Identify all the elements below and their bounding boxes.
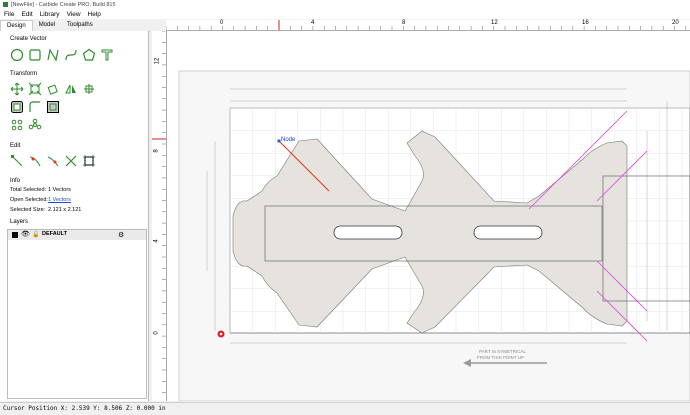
circular-array-icon[interactable]	[28, 118, 42, 132]
app-icon	[3, 2, 8, 7]
ruler-top-ticks	[166, 20, 687, 30]
ruler-top-label: 4	[311, 20, 315, 26]
edit-title: Edit	[10, 143, 21, 149]
info-total-value: 1 Vectors	[48, 187, 71, 193]
join-icon[interactable]	[46, 154, 60, 168]
info-total: Total Selected: 1 Vectors	[10, 187, 71, 193]
node-edit-icon[interactable]	[10, 154, 24, 168]
boolean-icon[interactable]	[82, 154, 96, 168]
transform-title: Transform	[10, 71, 38, 77]
window-title: [NewFile] - Carbide Create PRO, Build 81…	[11, 1, 116, 8]
ruler-left-label: 12	[154, 57, 161, 65]
cut-icon[interactable]	[64, 154, 78, 168]
info-size-value: 2.121 x 2.121	[48, 207, 82, 213]
layer-color-swatch[interactable]	[12, 232, 18, 238]
tab-toolpaths[interactable]: Toolpaths	[61, 20, 99, 31]
move-icon[interactable]	[10, 82, 24, 96]
polygon-tool-icon[interactable]	[82, 48, 96, 62]
info-open-value-link[interactable]: 1 Vectors	[48, 197, 71, 203]
info-title: Info	[10, 178, 21, 184]
ruler-top-label: 0	[220, 20, 224, 26]
design-canvas[interactable]: Node PART IS SYMETRICAL FROM THIS POINT …	[167, 31, 690, 401]
polyline-tool-icon[interactable]	[46, 48, 60, 62]
ruler-top-label: 12	[491, 20, 498, 26]
cursor-position: Cursor Position X: 2.539 Y: 8.506 Z: 0.0…	[3, 405, 166, 412]
ruler-left-label: 0	[153, 331, 160, 335]
layer-row[interactable]: 👁 🔓 DEFAULT ⚙	[8, 230, 146, 240]
inset-icon[interactable]	[46, 100, 60, 114]
trim-icon[interactable]	[28, 154, 42, 168]
menu-bar: File Edit Library View Help	[0, 9, 690, 19]
ruler-top-label: 20	[672, 20, 679, 26]
ruler-left-label: 4	[153, 239, 160, 243]
menu-file[interactable]: File	[4, 11, 14, 18]
menu-library[interactable]: Library	[40, 11, 60, 18]
layers-title: Layers	[10, 219, 29, 225]
symmetry-note-line2: FROM THIS POINT UP	[477, 355, 525, 360]
offset-icon[interactable]	[10, 100, 24, 114]
eye-icon[interactable]: 👁	[21, 230, 30, 238]
info-open-label: Open Selected:	[10, 197, 48, 203]
design-panel: Create Vector Transform Edit Info Total …	[0, 31, 149, 401]
symmetry-note-line1: PART IS SYMETRICAL	[479, 349, 527, 354]
align-icon[interactable]	[82, 82, 96, 96]
drawing-surface[interactable]	[167, 31, 690, 401]
node-label: Node	[281, 137, 296, 143]
create-vector-title: Create Vector	[10, 36, 47, 42]
layers-list: 👁 🔓 DEFAULT ⚙	[7, 229, 147, 399]
ruler-left-ticks	[152, 31, 166, 393]
ruler-top: 0 4 8 12 16 20	[166, 20, 690, 31]
circle-tool-icon[interactable]	[10, 48, 24, 62]
info-size-label: Selected Size:	[10, 207, 46, 213]
ruler-left-label: 8	[153, 149, 160, 153]
menu-help[interactable]: Help	[88, 11, 101, 18]
title-bar: [NewFile] - Carbide Create PRO, Build 81…	[0, 0, 690, 9]
rotate-icon[interactable]	[46, 82, 60, 96]
tab-model[interactable]: Model	[33, 20, 61, 31]
info-size: Selected Size: 2.121 x 2.121	[10, 207, 81, 213]
fillet-icon[interactable]	[28, 100, 42, 114]
scale-icon[interactable]	[28, 82, 42, 96]
status-bar: Cursor Position X: 2.539 Y: 8.506 Z: 0.0…	[0, 402, 690, 415]
ruler-left: 12 8 4 0	[152, 31, 167, 401]
text-tool-icon[interactable]	[100, 48, 114, 62]
menu-view[interactable]: View	[67, 11, 81, 18]
lock-icon[interactable]: 🔓	[32, 231, 39, 238]
info-total-label: Total Selected:	[10, 187, 47, 193]
gear-icon[interactable]: ⚙	[118, 231, 124, 239]
layer-name: DEFAULT	[42, 231, 67, 237]
info-open: Open Selected: 1 Vectors	[10, 197, 71, 203]
array-icon[interactable]	[10, 118, 24, 132]
ruler-top-label: 8	[402, 20, 406, 26]
ruler-top-label: 16	[582, 20, 589, 26]
curve-tool-icon[interactable]	[64, 48, 78, 62]
mirror-icon[interactable]	[64, 82, 78, 96]
menu-edit[interactable]: Edit	[21, 11, 32, 18]
rectangle-tool-icon[interactable]	[28, 48, 42, 62]
